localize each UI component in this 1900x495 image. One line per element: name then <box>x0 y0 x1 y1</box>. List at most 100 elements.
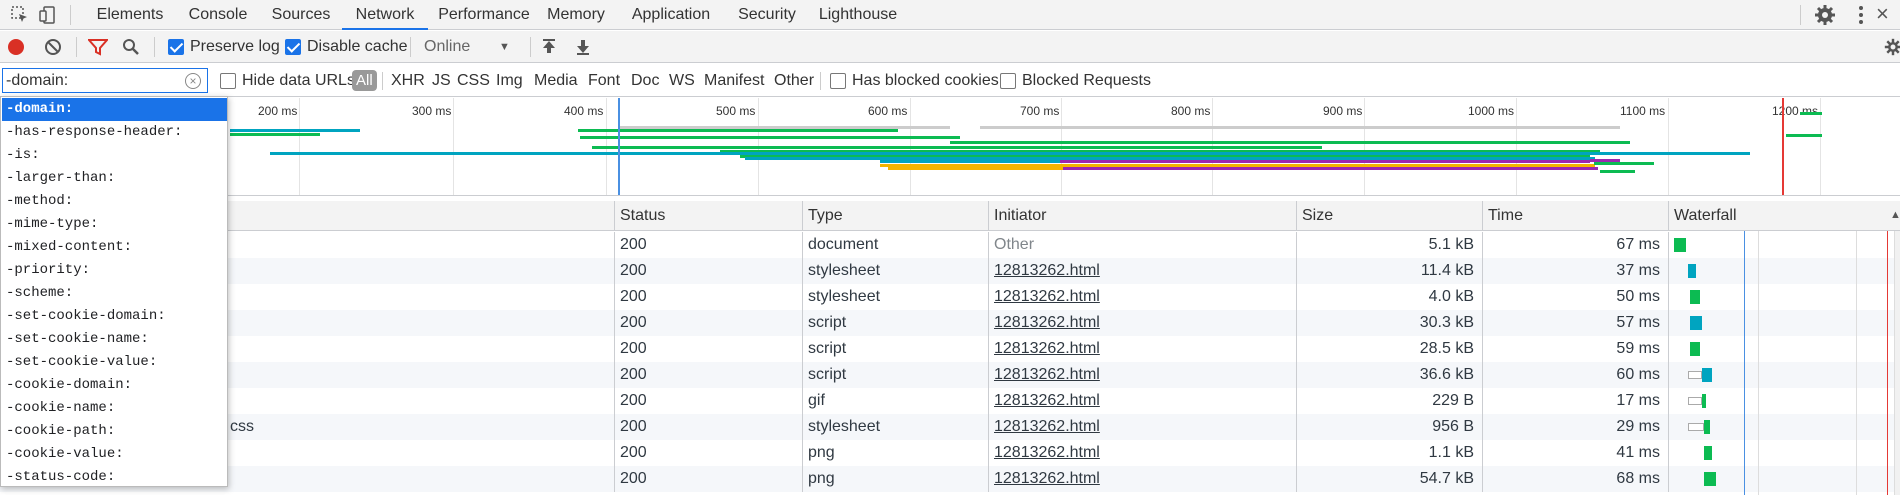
disable-cache-checkbox[interactable]: Disable cache <box>285 31 408 63</box>
type-filter-other[interactable]: Other <box>774 64 814 97</box>
clear-button[interactable] <box>44 31 62 63</box>
column-header-type[interactable]: Type <box>802 201 988 231</box>
suggestion-item[interactable]: -domain: <box>2 98 227 121</box>
suggestion-item[interactable]: -is: <box>2 144 227 167</box>
type-filter-all[interactable]: All <box>352 64 377 97</box>
suggestion-item[interactable]: -scheme: <box>2 282 227 305</box>
network-overview[interactable]: 200 ms 300 ms 400 ms 500 ms 600 ms 700 m… <box>0 98 1900 196</box>
table-row[interactable]: 200 gif 12813262.html 229 B 17 ms <box>0 388 1900 414</box>
preserve-log-check[interactable] <box>168 39 184 55</box>
table-row[interactable]: 200 script 12813262.html 28.5 kB 59 ms <box>0 336 1900 362</box>
cell-initiator[interactable]: 12813262.html <box>988 336 1296 362</box>
suggestion-item[interactable]: -priority: <box>2 259 227 282</box>
suggestion-item[interactable]: -cookie-domain: <box>2 374 227 397</box>
overview-bar <box>580 136 960 139</box>
table-row[interactable]: css 200 stylesheet 12813262.html 956 B 29 ms <box>0 414 1900 440</box>
type-filter-xhr[interactable]: XHR <box>391 64 425 97</box>
has-blocked-cookies-checkbox[interactable]: Has blocked cookies <box>830 64 999 97</box>
cell-initiator[interactable]: 12813262.html <box>988 284 1296 310</box>
waterfall-bar <box>1690 316 1702 330</box>
tab-performance[interactable]: Performance <box>428 0 540 30</box>
suggestion-item[interactable]: -set-cookie-name: <box>2 328 227 351</box>
has-blocked-cookies-check[interactable] <box>830 72 846 89</box>
table-row[interactable]: 200 document Other 5.1 kB 67 ms <box>0 232 1900 258</box>
tab-memory[interactable]: Memory <box>540 0 612 30</box>
cell-status: 200 <box>614 310 802 336</box>
type-filter-font[interactable]: Font <box>588 64 620 97</box>
suggestion-item[interactable]: -set-cookie-domain: <box>2 305 227 328</box>
suggestion-item[interactable]: -has-response-header: <box>2 121 227 144</box>
cell-initiator[interactable]: 12813262.html <box>988 310 1296 336</box>
tab-elements[interactable]: Elements <box>84 0 176 30</box>
table-row[interactable]: 200 stylesheet 12813262.html 11.4 kB 37 ms <box>0 258 1900 284</box>
tab-lighthouse[interactable]: Lighthouse <box>812 0 904 30</box>
cell-type: png <box>802 440 988 466</box>
network-settings-gear-icon[interactable] <box>1884 31 1900 63</box>
tab-separator <box>1800 5 1801 25</box>
column-header-size[interactable]: Size <box>1296 201 1482 231</box>
waterfall-bar <box>1704 472 1716 486</box>
vertical-scrollbar[interactable] <box>1894 231 1900 495</box>
table-row[interactable]: 200 script 12813262.html 30.3 kB 57 ms <box>0 310 1900 336</box>
type-filter-ws[interactable]: WS <box>669 64 695 97</box>
suggestion-item[interactable]: -cookie-value: <box>2 443 227 466</box>
cell-time: 41 ms <box>1482 440 1668 466</box>
search-button[interactable] <box>122 31 140 63</box>
column-header-time[interactable]: Time <box>1482 201 1668 231</box>
suggestion-item[interactable]: -mime-type: <box>2 213 227 236</box>
tab-console[interactable]: Console <box>176 0 260 30</box>
type-filter-js[interactable]: JS <box>432 64 451 97</box>
suggestion-item[interactable]: -cookie-path: <box>2 420 227 443</box>
export-har-button[interactable] <box>574 31 592 63</box>
type-filter-manifest[interactable]: Manifest <box>704 64 764 97</box>
suggestion-item[interactable]: -mixed-content: <box>2 236 227 259</box>
device-toolbar-icon[interactable] <box>38 5 58 25</box>
type-filter-img[interactable]: Img <box>496 64 523 97</box>
tab-sources[interactable]: Sources <box>260 0 342 30</box>
table-row[interactable]: 200 script 12813262.html 36.6 kB 60 ms <box>0 362 1900 388</box>
close-devtools-icon[interactable]: × <box>1876 3 1889 25</box>
throttling-select[interactable]: Online ▼ <box>424 31 514 63</box>
column-header-initiator[interactable]: Initiator <box>988 201 1296 231</box>
table-row[interactable]: 200 stylesheet 12813262.html 4.0 kB 50 ms <box>0 284 1900 310</box>
inspect-element-icon[interactable] <box>10 5 30 25</box>
table-row[interactable]: 200 png 12813262.html 1.1 kB 41 ms <box>0 440 1900 466</box>
cell-initiator[interactable]: 12813262.html <box>988 362 1296 388</box>
table-row[interactable]: 200 png 12813262.html 54.7 kB 68 ms <box>0 466 1900 492</box>
record-button[interactable] <box>8 31 24 63</box>
type-filter-doc[interactable]: Doc <box>631 64 659 97</box>
hide-data-urls-check[interactable] <box>220 72 236 89</box>
cell-initiator[interactable]: 12813262.html <box>988 466 1296 492</box>
disable-cache-check[interactable] <box>285 39 301 55</box>
suggestion-item[interactable]: -larger-than: <box>2 167 227 190</box>
filter-input[interactable] <box>2 68 208 93</box>
type-filter-media[interactable]: Media <box>534 64 578 97</box>
tab-security[interactable]: Security <box>731 0 803 30</box>
cell-initiator[interactable]: 12813262.html <box>988 414 1296 440</box>
type-filter-css[interactable]: CSS <box>457 64 490 97</box>
cell-waterfall <box>1668 258 1900 284</box>
import-har-button[interactable] <box>540 31 558 63</box>
cell-initiator[interactable]: 12813262.html <box>988 258 1296 284</box>
tab-application[interactable]: Application <box>621 0 721 30</box>
suggestion-item[interactable]: -method: <box>2 190 227 213</box>
filter-toggle-button[interactable] <box>88 31 108 63</box>
column-header-status[interactable]: Status <box>614 201 802 231</box>
clear-filter-icon[interactable]: × <box>185 73 201 89</box>
devtools-tab-bar: Elements Console Sources Network Perform… <box>0 0 1900 30</box>
cell-initiator[interactable]: 12813262.html <box>988 388 1296 414</box>
hide-data-urls-checkbox[interactable]: Hide data URLs <box>220 64 355 97</box>
overview-bar <box>578 129 898 132</box>
preserve-log-checkbox[interactable]: Preserve log <box>168 31 280 63</box>
tab-network[interactable]: Network <box>342 0 428 30</box>
suggestion-item[interactable]: -status-code: <box>2 466 227 489</box>
cell-initiator[interactable]: 12813262.html <box>988 440 1296 466</box>
column-header-waterfall[interactable]: Waterfall <box>1668 201 1900 231</box>
waterfall-bar <box>1702 368 1712 382</box>
settings-gear-icon[interactable] <box>1814 4 1836 26</box>
suggestion-item[interactable]: -cookie-name: <box>2 397 227 420</box>
blocked-requests-check[interactable] <box>1000 72 1016 89</box>
blocked-requests-checkbox[interactable]: Blocked Requests <box>1000 64 1151 97</box>
suggestion-item[interactable]: -set-cookie-value: <box>2 351 227 374</box>
more-options-icon[interactable] <box>1851 5 1871 25</box>
